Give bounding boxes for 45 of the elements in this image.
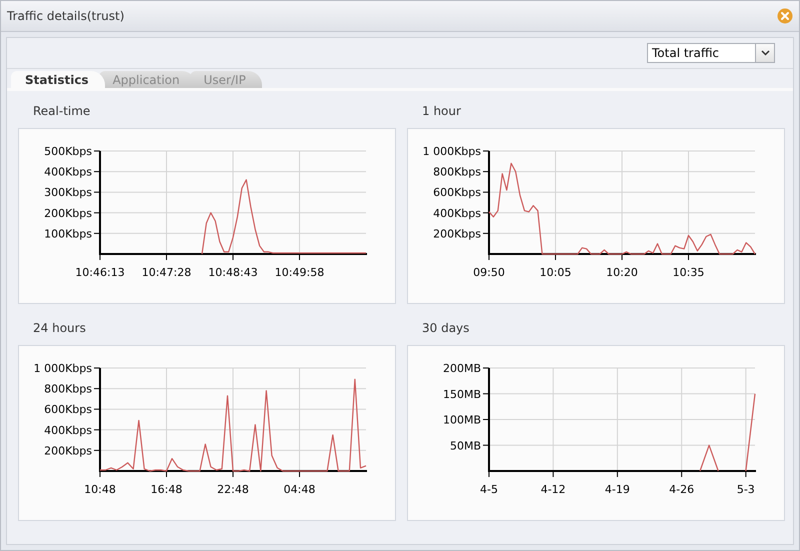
x-tick-label: 09:50	[473, 266, 505, 279]
x-tick-label: 10:47:28	[142, 266, 192, 279]
panel-title: 1 hour	[421, 103, 462, 120]
caret-icon	[760, 50, 770, 56]
x-tick-label: 10:48	[84, 483, 116, 496]
x-tick-label: 10:46:13	[75, 266, 125, 279]
y-tick-label: 500Kbps	[44, 145, 92, 158]
y-tick-label: 600Kbps	[433, 186, 481, 200]
x-tick-label: 10:05	[540, 266, 572, 279]
y-tick-label: 100Kbps	[44, 227, 92, 240]
y-tick-label: 200Kbps	[44, 206, 92, 220]
y-tick-label: 200Kbps	[44, 444, 92, 458]
y-tick-label: 150MB	[442, 388, 481, 401]
y-tick-label: 1 000Kbps	[34, 362, 92, 375]
y-tick-label: 200Kbps	[433, 227, 481, 240]
y-tick-label: 1 000Kbps	[422, 145, 481, 158]
y-tick-label: 800Kbps	[433, 166, 481, 179]
traffic-dropdown[interactable]: Total traffic	[647, 43, 775, 63]
x-tick-label: 10:48:43	[208, 266, 258, 279]
x-tick-label: 4-26	[669, 483, 694, 496]
y-tick-label: 800Kbps	[44, 382, 92, 396]
panel-title: 30 days	[421, 320, 470, 337]
x-tick-label: 5-3	[736, 483, 755, 496]
x-tick-label: 22:48	[217, 483, 249, 496]
x-tick-label: 04:48	[284, 483, 316, 496]
x-tick-label: 10:20	[606, 266, 638, 279]
y-tick-label: 600Kbps	[44, 403, 92, 416]
tab[interactable]: Statistics	[11, 71, 105, 88]
y-tick-label: 100MB	[442, 414, 481, 426]
x-tick-label: 10:49:58	[274, 266, 324, 279]
y-tick-label: 50MB	[450, 439, 481, 452]
y-tick-label: 400Kbps	[433, 206, 481, 220]
y-tick-label: 400Kbps	[44, 424, 92, 437]
panel-title: Real-time	[32, 103, 92, 120]
y-tick-label: 400Kbps	[44, 166, 92, 179]
x-tick-label: 16:48	[150, 483, 182, 496]
close-icon[interactable]	[777, 8, 793, 24]
x-tick-label: 4-5	[480, 483, 498, 496]
x-tick-label: 10:35	[672, 266, 704, 279]
x-tick-label: 4-12	[540, 483, 566, 496]
panel-title: 24 hours	[32, 320, 87, 337]
x-tick-label: 4-19	[604, 483, 630, 496]
y-tick-label: 200MB	[442, 362, 481, 375]
y-tick-label: 300Kbps	[44, 186, 92, 200]
window-title: Traffic details(trust)	[7, 9, 124, 23]
